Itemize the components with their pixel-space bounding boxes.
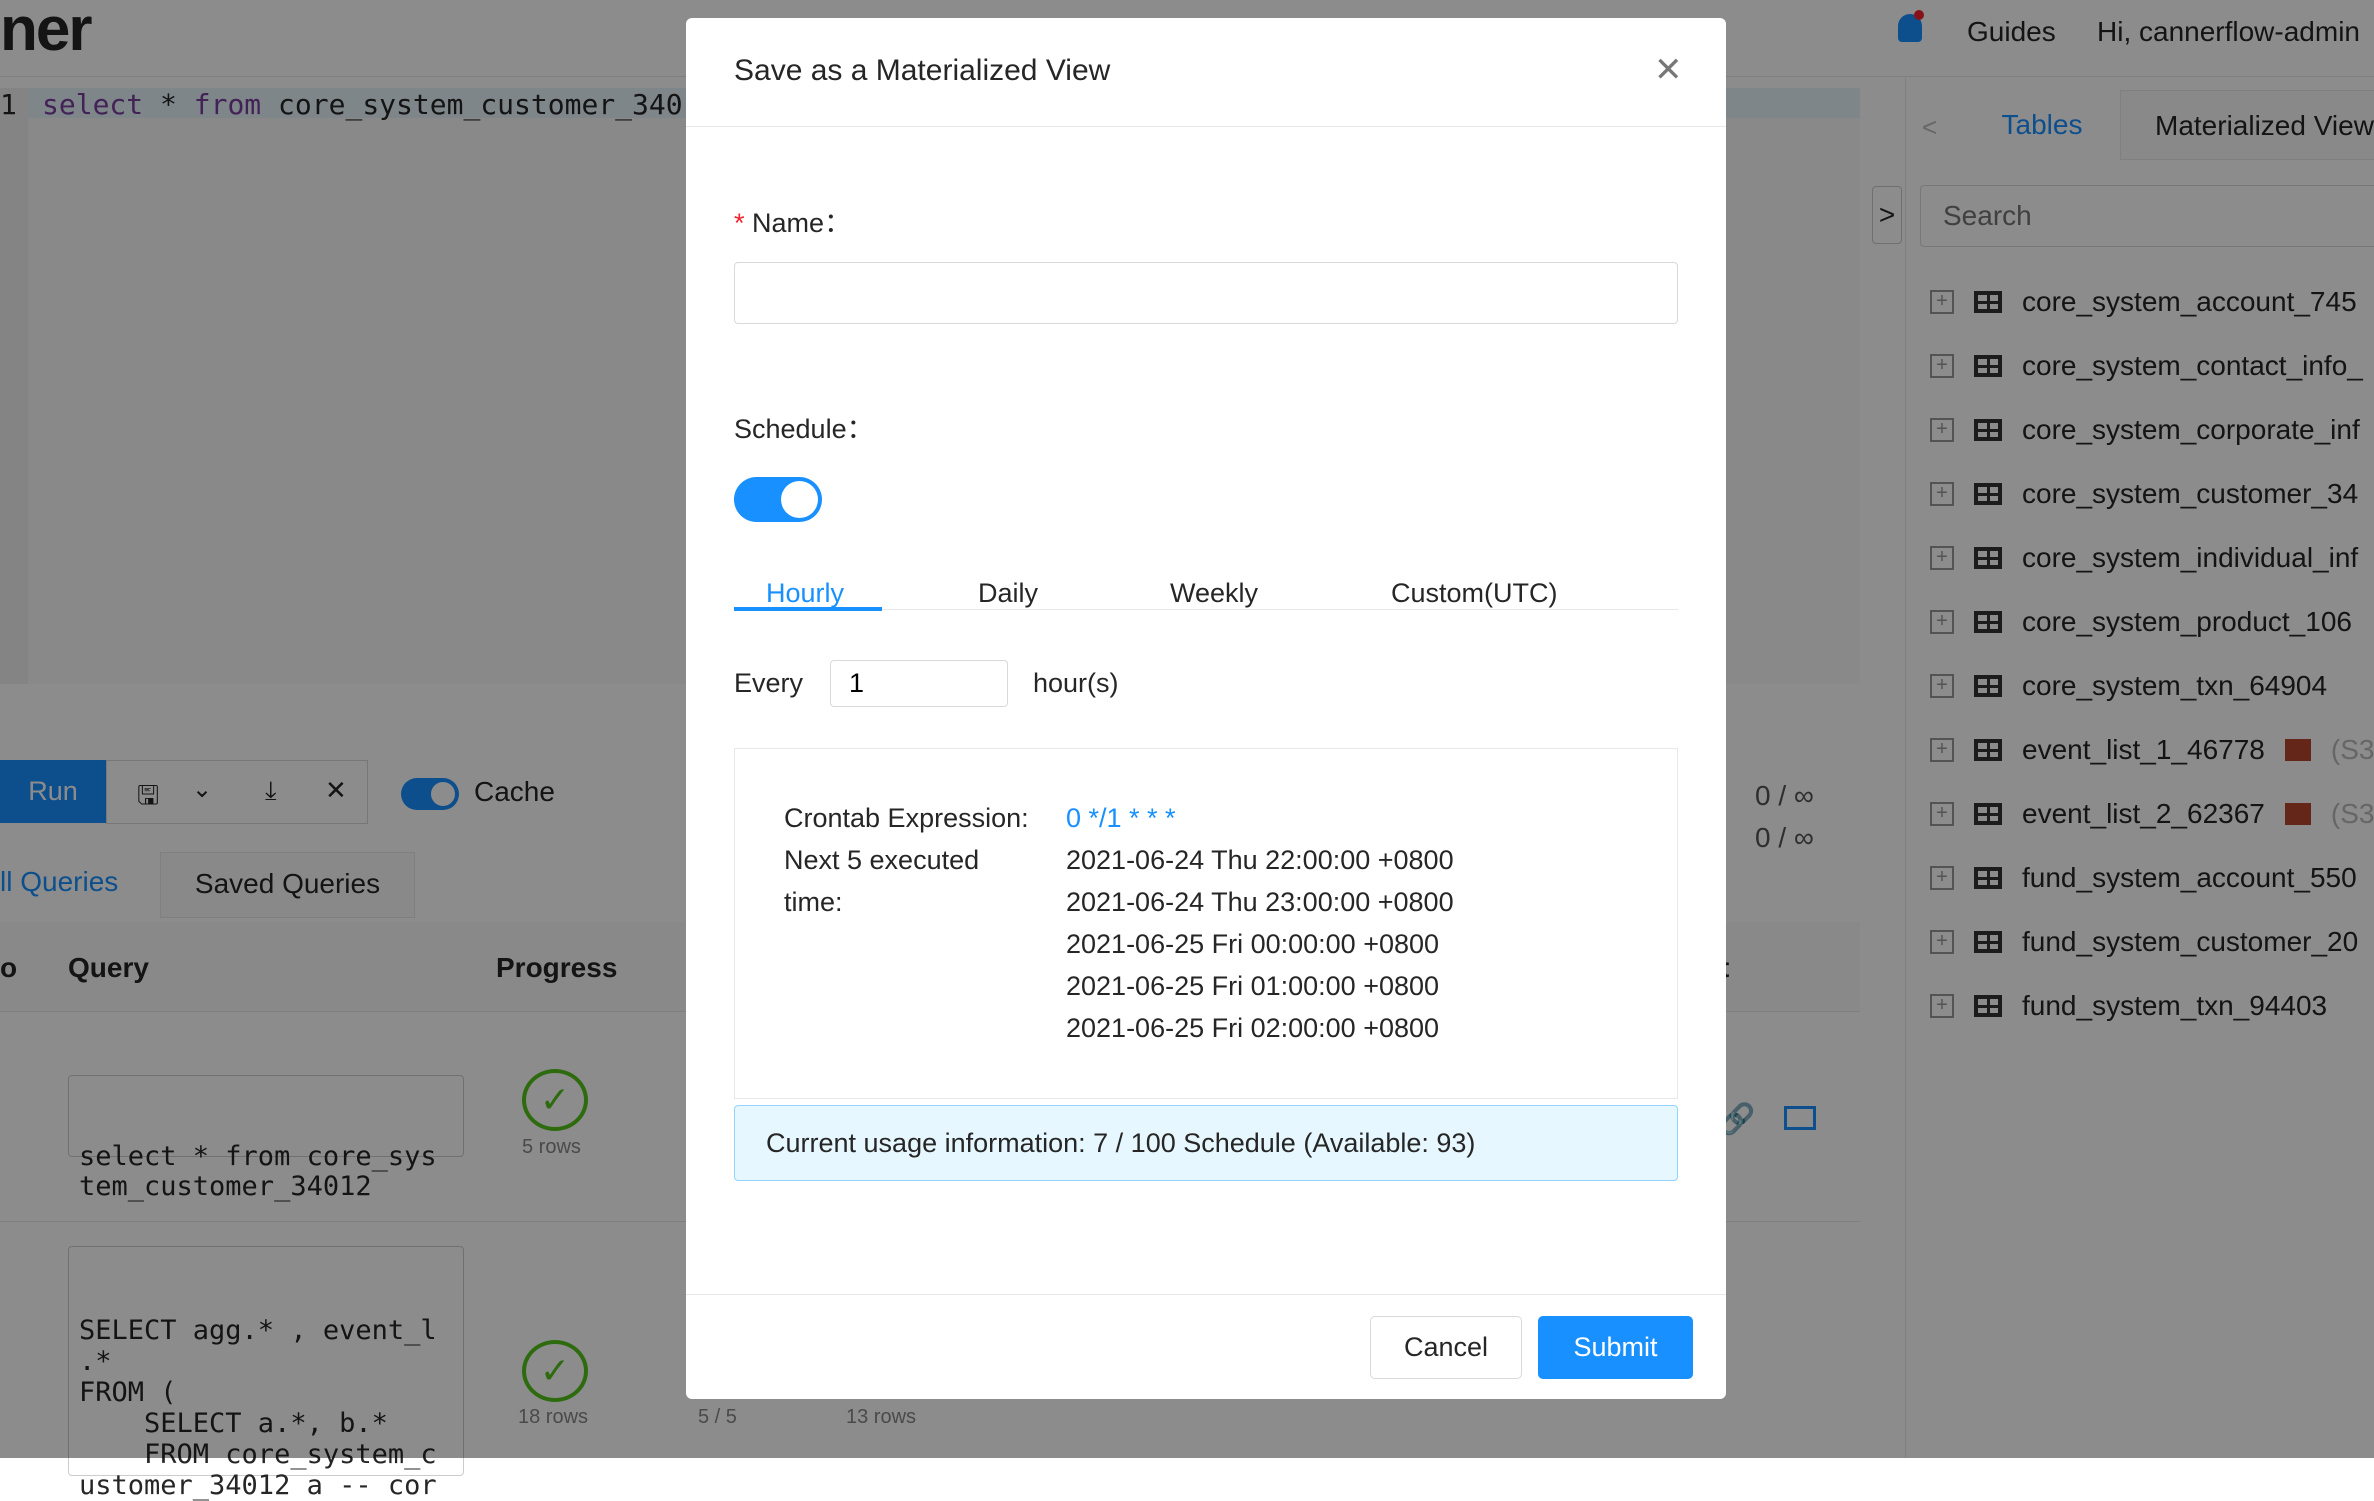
next-time: 2021-06-25 Fri 02:00:00 +0800 [1066, 1013, 1440, 1043]
tab-weekly[interactable]: Weekly [1170, 578, 1258, 609]
next-time: 2021-06-24 Thu 23:00:00 +0800 [1066, 887, 1454, 917]
cancel-button[interactable]: Cancel [1370, 1316, 1522, 1379]
every-unit: hour(s) [1033, 668, 1119, 698]
every-hours-input[interactable] [830, 660, 1008, 707]
next-time: 2021-06-25 Fri 01:00:00 +0800 [1066, 971, 1440, 1001]
tab-custom-utc[interactable]: Custom(UTC) [1391, 578, 1558, 609]
next-times-label: time: [784, 887, 843, 917]
next-time: 2021-06-25 Fri 00:00:00 +0800 [1066, 929, 1440, 959]
crontab-value: 0 */1 * * * [1066, 803, 1176, 833]
schedule-toggle[interactable] [734, 477, 822, 522]
tab-daily[interactable]: Daily [978, 578, 1038, 609]
close-icon[interactable]: ✕ [1654, 50, 1683, 90]
submit-button[interactable]: Submit [1538, 1316, 1693, 1379]
name-label: * Name： [734, 208, 852, 238]
modal-title: Save as a Materialized View [734, 54, 1111, 87]
active-tab-indicator [734, 607, 882, 611]
crontab-label: Crontab Expression: [784, 803, 1029, 833]
next-times-label: Next 5 executed [784, 845, 980, 875]
tab-hourly[interactable]: Hourly [766, 578, 844, 609]
every-label: Every [734, 668, 804, 698]
next-time: 2021-06-24 Thu 22:00:00 +0800 [1066, 845, 1454, 875]
schedule-label: Schedule： [734, 414, 874, 444]
save-materialized-view-modal: Save as a Materialized View ✕ * Name： Sc… [686, 18, 1726, 1399]
schedule-info-box: Crontab Expression: 0 */1 * * * Next 5 e… [734, 748, 1678, 1099]
name-input[interactable] [734, 262, 1678, 324]
usage-info-alert: Current usage information: 7 / 100 Sched… [734, 1105, 1678, 1181]
